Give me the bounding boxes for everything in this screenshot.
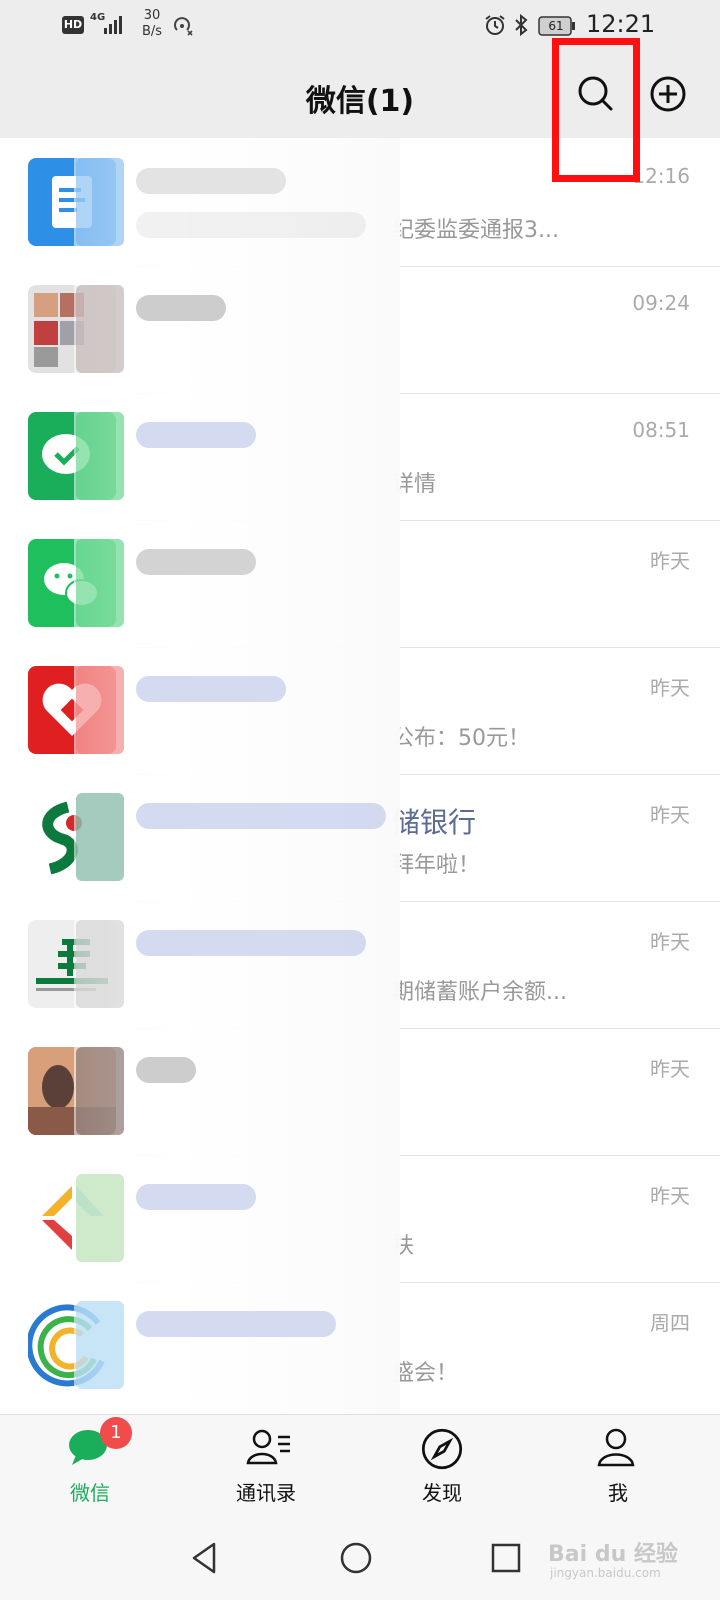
- blur-bar: [136, 930, 366, 956]
- tab-label: 微信: [70, 1481, 110, 1505]
- speed-value: 30: [143, 8, 161, 23]
- blur-bar: [136, 549, 256, 575]
- chat-list: 12:16 纪委监委通报3... 09:24 08:51 详情 昨天 昨天 公布…: [0, 138, 720, 1414]
- chat-time: 昨天: [650, 930, 690, 954]
- hd-indicator: HD: [62, 16, 84, 34]
- tab-me[interactable]: 我: [528, 1415, 708, 1515]
- plus-circle-icon[interactable]: [648, 74, 688, 114]
- blur-bar: [136, 1311, 336, 1337]
- chat-preview: 拜年啦！: [392, 853, 481, 878]
- speed-unit: B/s: [141, 24, 163, 39]
- search-icon[interactable]: [576, 74, 616, 114]
- blur-bar: [136, 803, 386, 829]
- chat-preview: 盛会！: [392, 1361, 459, 1386]
- blur-bar: [136, 1057, 196, 1083]
- blur-chip: [76, 1047, 124, 1135]
- hotspot-icon: [174, 17, 193, 36]
- blur-chip: [76, 539, 124, 627]
- title-bar: 微信(1): [0, 52, 720, 138]
- tab-contacts[interactable]: 通讯录: [176, 1415, 356, 1515]
- chat-time: 12:16: [632, 164, 690, 188]
- blur-chip: [76, 666, 124, 754]
- privacy-blur: [74, 138, 400, 1414]
- bluetooth-icon: [515, 13, 528, 37]
- status-bar: HD 4G 30 B/s 61 12:21: [0, 0, 720, 52]
- person-icon: [597, 1428, 635, 1467]
- chat-name: 储银行: [392, 806, 477, 839]
- chat-time: 昨天: [650, 1184, 690, 1208]
- blur-chip: [76, 412, 124, 500]
- chat-preview: 公布：50元！: [392, 726, 530, 751]
- system-nav-bar: Bai du 经验 jingyan.baidu.com: [0, 1514, 720, 1600]
- compass-icon: [421, 1428, 463, 1470]
- blur-chip: [76, 1174, 124, 1262]
- blur-chip: [76, 920, 124, 1008]
- blur-chip: [76, 158, 124, 246]
- home-circle-icon[interactable]: [334, 1536, 378, 1580]
- network-type: 4G: [90, 12, 106, 23]
- back-triangle-icon[interactable]: [184, 1536, 228, 1580]
- chat-time: 昨天: [650, 676, 690, 700]
- blur-bar: [136, 676, 286, 702]
- tab-label: 通讯录: [236, 1481, 296, 1505]
- battery-level: 61: [548, 19, 564, 33]
- blur-chip: [76, 1301, 124, 1389]
- watermark-url: jingyan.baidu.com: [550, 1566, 661, 1580]
- watermark: Bai du 经验: [548, 1542, 678, 1567]
- clock: 12:21: [586, 10, 656, 38]
- chat-preview: 期储蓄账户余额...: [392, 980, 567, 1005]
- blur-bar: [136, 212, 366, 238]
- tab-discover[interactable]: 发现: [352, 1415, 532, 1515]
- chat-time: 昨天: [650, 803, 690, 827]
- chat-time: 周四: [650, 1311, 690, 1335]
- unread-badge: 1: [100, 1417, 132, 1449]
- chat-time: 08:51: [632, 418, 690, 442]
- blur-bar: [136, 295, 226, 321]
- blur-bar: [136, 168, 286, 194]
- tab-chats[interactable]: 1 微信: [0, 1415, 180, 1515]
- tab-bar: 1 微信 通讯录 发现 我: [0, 1414, 720, 1514]
- blur-chip: [76, 793, 124, 881]
- blur-bar: [136, 1184, 256, 1210]
- chat-time: 09:24: [632, 291, 690, 315]
- blur-bar: [136, 422, 256, 448]
- signal-icon: [104, 16, 122, 34]
- alarm-icon: [485, 15, 505, 35]
- chat-time: 昨天: [650, 549, 690, 573]
- recents-square-icon[interactable]: [484, 1536, 528, 1580]
- tab-label: 我: [608, 1481, 628, 1505]
- contacts-icon: [246, 1429, 290, 1465]
- blur-chip: [76, 285, 124, 373]
- chat-preview: 纪委监委通报3...: [392, 218, 559, 243]
- network-speed: 30 B/s: [138, 8, 166, 40]
- tab-label: 发现: [422, 1481, 462, 1505]
- chat-time: 昨天: [650, 1057, 690, 1081]
